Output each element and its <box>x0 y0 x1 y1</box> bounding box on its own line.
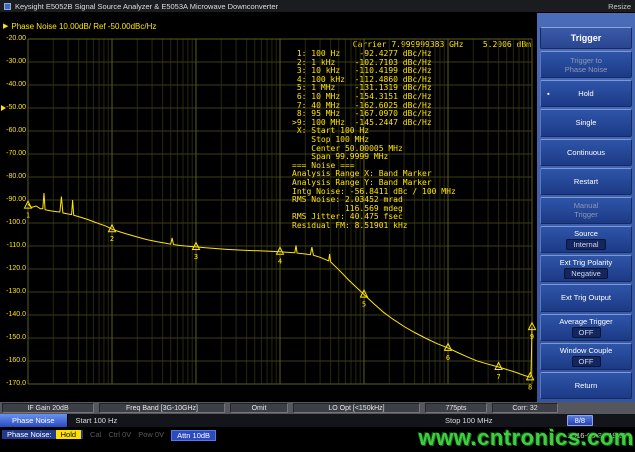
ctrl-voltage-indicator: Ctrl 0V <box>108 430 131 439</box>
app-icon <box>4 3 11 10</box>
softkey-label: Restart <box>574 177 598 186</box>
y-axis-label: -20.00 <box>0 35 26 43</box>
y-axis-label: -90.00 <box>0 196 26 204</box>
softkey-label: Single <box>576 118 597 127</box>
softkey-value: OFF <box>572 327 601 338</box>
y-axis-label: -80.00 <box>0 173 26 181</box>
softkey-label: Ext Trig Output <box>561 293 611 302</box>
tab-phase-noise[interactable]: Phase Noise <box>0 414 68 427</box>
phase-noise-plot-area: ▶ Phase Noise 10.00dB/ Ref -50.00dBc/Hz … <box>0 13 537 402</box>
y-axis-label: -140.0 <box>0 311 26 319</box>
softkey-manual-trigger[interactable]: Manual Trigger <box>540 197 632 224</box>
svg-text:9: 9 <box>530 333 534 341</box>
selected-bullet-icon: • <box>547 89 550 98</box>
status-cell-corr-32: Corr: 32 <box>492 403 558 413</box>
window-title: Keysight E5052B Signal Source Analyzer &… <box>15 2 278 11</box>
svg-text:3: 3 <box>194 253 198 261</box>
status-cell-freq-band-3g-10ghz: Freq Band [3G-10GHz] <box>99 403 225 413</box>
softkey-restart[interactable]: Restart <box>540 168 632 195</box>
resize-button[interactable]: Resize <box>608 2 631 11</box>
title-bar: Keysight E5052B Signal Source Analyzer &… <box>0 0 635 13</box>
y-axis-label: -70.00 <box>0 150 26 158</box>
softkey-window-couple[interactable]: Window CoupleOFF <box>540 343 632 370</box>
y-axis-label: -100.0 <box>0 219 26 227</box>
y-axis-label: -170.0 <box>0 380 26 388</box>
marker-readout-block: 1: 100 Hz -92.4277 dBc/Hz 2: 1 kHz -102.… <box>292 50 456 230</box>
watermark: www.cntronics.com <box>418 425 634 451</box>
softkey-label: Source <box>574 229 598 238</box>
y-axis-label: -160.0 <box>0 357 26 365</box>
phase-noise-trace: 123456789 <box>28 39 532 384</box>
power-voltage-indicator: Pow 0V <box>138 430 164 439</box>
softkey-ext-trig-polarity[interactable]: Ext Trig PolarityNegative <box>540 255 632 282</box>
softkey-label: Hold <box>578 89 593 98</box>
status-cell-lo-opt-150khz: LO Opt [<150kHz] <box>293 403 420 413</box>
y-axis-label: -150.0 <box>0 334 26 342</box>
status-cell-if-gain-20db: IF Gain 20dB <box>2 403 94 413</box>
trace-active-icon: ▶ <box>3 23 8 31</box>
y-axis-label: -110.0 <box>0 242 26 250</box>
marker-readout-line: Residual FM: 8.51901 kHz <box>292 222 456 231</box>
softkey-button-column: Trigger to Phase Noise • Hold Single Continu… <box>540 51 632 399</box>
softkey-label: Average Trigger <box>559 317 612 326</box>
plot-grid[interactable]: 123456789 <box>28 39 532 384</box>
softkey-single[interactable]: Single <box>540 109 632 136</box>
svg-text:8: 8 <box>528 383 532 391</box>
stop-frequency-label: Stop 100 MHz <box>445 416 493 425</box>
hold-status-badge: Hold <box>56 430 81 439</box>
softkey-trigger-to-phase-noise[interactable]: Trigger to Phase Noise <box>540 51 632 78</box>
svg-text:7: 7 <box>496 373 500 381</box>
y-axis-label: -60.00 <box>0 127 26 135</box>
measurement-status-box: Phase Noise: Hold <box>2 430 83 439</box>
svg-text:5: 5 <box>362 301 366 309</box>
softkey-hold[interactable]: • Hold <box>540 80 632 107</box>
y-axis-label: -130.0 <box>0 288 26 296</box>
softkey-ext-trig-output[interactable]: Ext Trig Output <box>540 284 632 311</box>
svg-text:6: 6 <box>446 354 450 362</box>
ref-level-arrow-icon <box>1 105 6 111</box>
softkey-sidebar: Trigger Trigger to Phase Noise • Hold Singl… <box>537 13 635 402</box>
softkey-value: OFF <box>572 356 601 367</box>
softkey-label: Ext Trig Polarity <box>560 258 613 267</box>
hardware-status-bar: IF Gain 20dB Freq Band [3G-10GHz] Omit LO O… <box>0 402 635 414</box>
svg-text:4: 4 <box>278 258 282 266</box>
softkey-label: Continuous <box>567 148 605 157</box>
softkey-label: Manual Trigger <box>574 201 599 219</box>
y-axis-label: -40.00 <box>0 81 26 89</box>
softkey-return[interactable]: Return <box>540 372 632 399</box>
softkey-label: Window Couple <box>560 346 613 355</box>
softkey-value: Negative <box>564 268 608 279</box>
softkey-menu-title: Trigger <box>540 27 632 49</box>
measurement-name: Phase Noise: <box>7 430 52 439</box>
svg-text:1: 1 <box>26 212 30 220</box>
softkey-average-trigger[interactable]: Average TriggerOFF <box>540 314 632 341</box>
svg-text:2: 2 <box>110 235 114 243</box>
instrument-screen: Keysight E5052B Signal Source Analyzer &… <box>0 0 635 452</box>
softkey-value: Internal <box>566 239 605 250</box>
attenuator-indicator: Attn 10dB <box>171 430 216 441</box>
softkey-label: Return <box>575 381 598 390</box>
softkey-continuous[interactable]: Continuous <box>540 139 632 166</box>
plot-scale-label: Phase Noise 10.00dB/ Ref -50.00dBc/Hz <box>11 22 156 31</box>
softkey-label: Trigger to Phase Noise <box>565 56 608 74</box>
status-cell-omit: Omit <box>230 403 288 413</box>
plot-header: ▶ Phase Noise 10.00dB/ Ref -50.00dBc/Hz <box>3 22 156 31</box>
start-frequency-label: Start 100 Hz <box>76 416 118 425</box>
y-axis-label: -30.00 <box>0 58 26 66</box>
status-cell-775pts: 775pts <box>425 403 487 413</box>
y-axis-label: -120.0 <box>0 265 26 273</box>
softkey-source[interactable]: SourceInternal <box>540 226 632 253</box>
cal-indicator: Cal <box>90 430 101 439</box>
